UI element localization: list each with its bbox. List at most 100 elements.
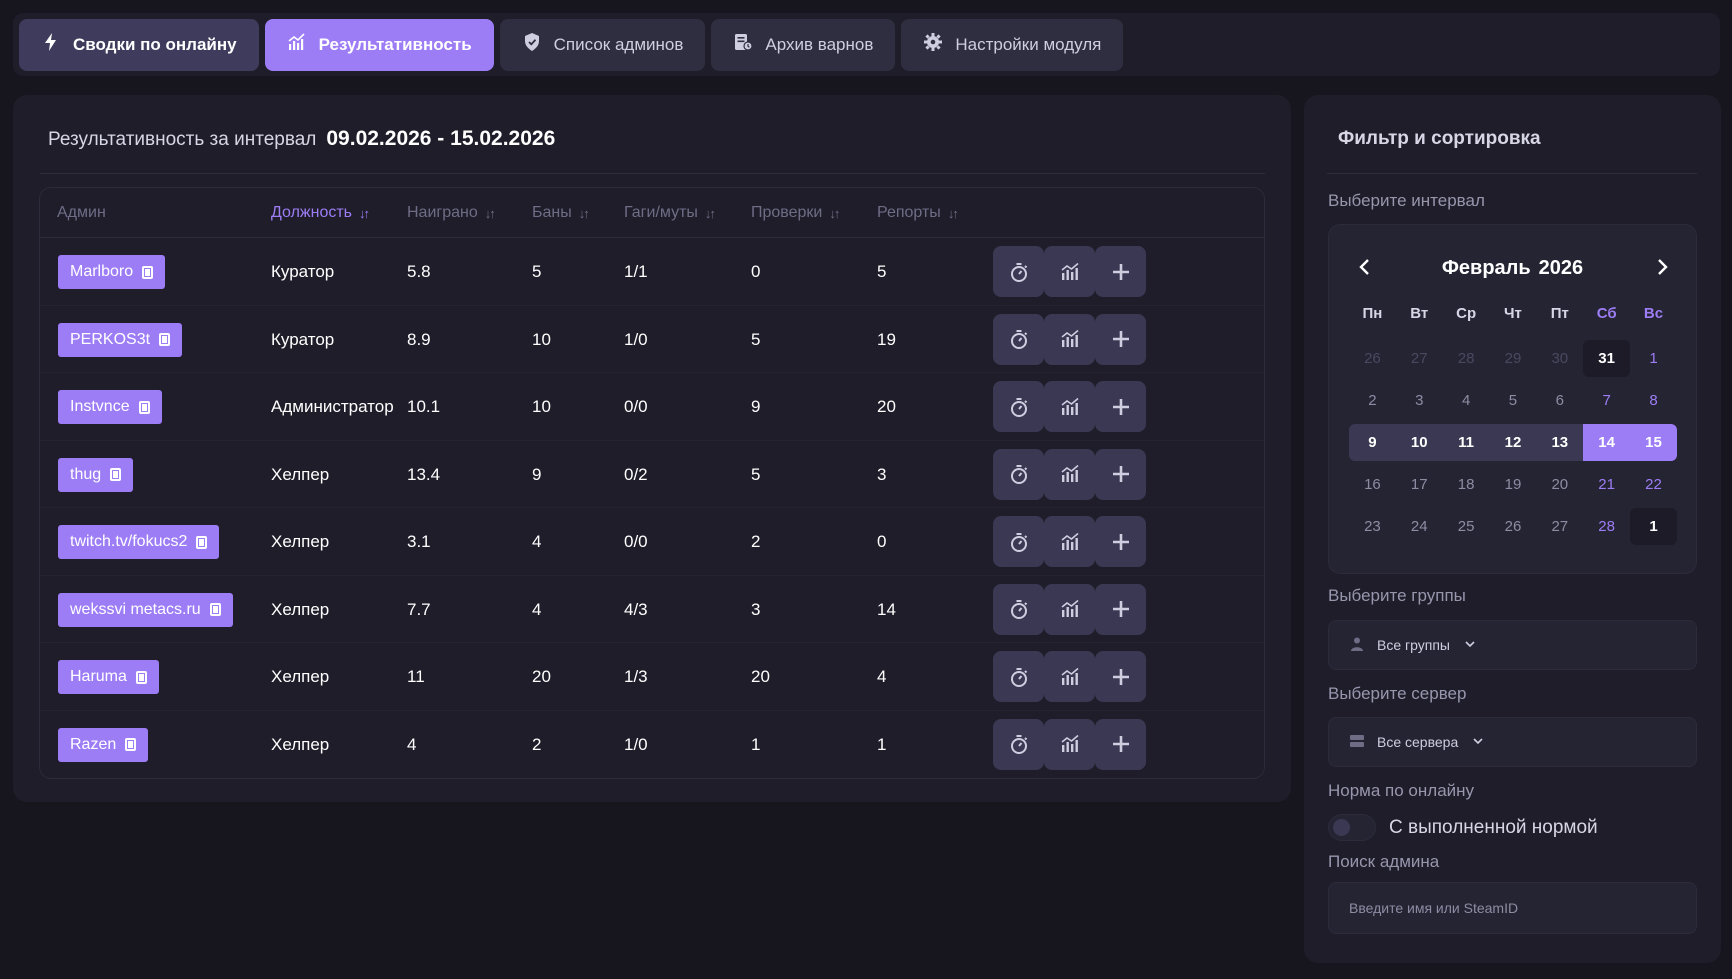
calendar-day[interactable]: 6 [1536, 382, 1583, 419]
calendar-day[interactable]: 16 [1349, 466, 1396, 503]
calendar-day[interactable]: 3 [1396, 382, 1443, 419]
stats-button[interactable] [1044, 516, 1095, 567]
add-button[interactable] [1095, 516, 1146, 567]
calendar-day[interactable]: 5 [1490, 382, 1537, 419]
calendar-day[interactable]: 14 [1583, 424, 1631, 461]
admin-name-button[interactable]: wekssvi metacs.ru [58, 592, 233, 627]
calendar-day[interactable]: 31 [1583, 340, 1631, 377]
calendar-day[interactable]: 22 [1630, 466, 1677, 503]
calendar-day[interactable]: 20 [1536, 466, 1583, 503]
search-label: Поиск админа [1328, 852, 1440, 871]
stopwatch-button[interactable] [993, 583, 1044, 635]
stopwatch-button[interactable] [993, 448, 1044, 500]
stats-button[interactable] [1044, 448, 1095, 500]
calendar-day[interactable]: 2 [1349, 382, 1396, 419]
copy-icon [135, 670, 147, 684]
admin-name-button[interactable]: PERKOS3t [58, 322, 183, 357]
calendar-week: 26 27 28 29 30 31 1 [1349, 340, 1677, 377]
admin-name-button[interactable]: twitch.tv/fokucs2 [58, 525, 220, 559]
admin-name-button[interactable]: Razen [58, 727, 149, 762]
page-title: Результативность за интервал 09.02.2026 … [48, 127, 555, 151]
add-button[interactable] [1095, 651, 1146, 702]
add-button[interactable] [1095, 583, 1146, 635]
calendar-day[interactable]: 28 [1583, 508, 1630, 545]
calendar-day[interactable]: 1 [1630, 508, 1677, 545]
sort-icon: ↓↑ [704, 205, 716, 221]
calendar-day[interactable]: 24 [1396, 508, 1443, 545]
calendar-day[interactable]: 21 [1583, 466, 1630, 503]
add-button[interactable] [1095, 381, 1146, 432]
weekday-label: Вт [1410, 305, 1429, 322]
tab-module-settings[interactable]: Настройки модуля [901, 18, 1124, 71]
cell-checks: 5 [751, 464, 761, 484]
calendar-day[interactable]: 8 [1630, 382, 1677, 419]
server-select[interactable]: Все сервера [1328, 717, 1697, 767]
next-month-icon[interactable] [1650, 255, 1674, 279]
column-reports[interactable]: Репорты ↓↑ [877, 204, 959, 222]
cell-bans: 20 [532, 667, 551, 686]
calendar-day[interactable]: 7 [1583, 382, 1630, 419]
column-role[interactable]: Должность ↓↑ [271, 204, 370, 222]
stats-button[interactable] [1044, 381, 1095, 432]
stopwatch-button[interactable] [993, 718, 1044, 770]
column-gags[interactable]: Гаги/муты ↓↑ [624, 204, 716, 222]
cell-played: 7.7 [407, 599, 431, 619]
calendar-day[interactable]: 11 [1443, 424, 1490, 461]
calendar-day[interactable]: 27 [1536, 508, 1583, 545]
calendar-day[interactable]: 29 [1490, 340, 1537, 377]
calendar-day[interactable]: 15 [1630, 424, 1677, 461]
stats-button[interactable] [1044, 246, 1095, 297]
tab-performance[interactable]: Результативность [264, 18, 494, 71]
calendar-day[interactable]: 13 [1536, 424, 1583, 461]
tab-online-summary[interactable]: Сводки по онлайну [19, 18, 259, 71]
stats-button[interactable] [1044, 718, 1095, 770]
calendar-day[interactable]: 26 [1490, 508, 1537, 545]
calendar-day[interactable]: 1 [1630, 340, 1677, 377]
calendar-day[interactable]: 10 [1396, 424, 1443, 461]
column-admin: Админ [57, 204, 106, 221]
stats-button[interactable] [1044, 583, 1095, 635]
calendar-day[interactable]: 12 [1490, 424, 1537, 461]
column-played[interactable]: Наиграно ↓↑ [407, 204, 496, 222]
admin-name-button[interactable]: Instvnce [58, 390, 162, 424]
column-bans[interactable]: Баны ↓↑ [532, 204, 590, 222]
column-checks[interactable]: Проверки ↓↑ [751, 204, 840, 222]
calendar-day[interactable]: 30 [1536, 340, 1583, 377]
calendar-day[interactable]: 9 [1349, 424, 1396, 461]
cell-checks: 3 [751, 599, 761, 619]
calendar-day[interactable]: 28 [1443, 340, 1490, 377]
stopwatch-button[interactable] [993, 313, 1044, 365]
admin-search-input[interactable] [1328, 882, 1697, 934]
calendar-day[interactable]: 27 [1396, 340, 1443, 377]
calendar-day[interactable]: 26 [1349, 340, 1396, 377]
add-button[interactable] [1095, 313, 1146, 365]
cell-reports: 4 [877, 667, 887, 686]
add-button[interactable] [1095, 718, 1146, 770]
stopwatch-button[interactable] [993, 246, 1044, 297]
norm-toggle[interactable] [1328, 814, 1376, 841]
tab-admin-list[interactable]: Список админов [499, 18, 706, 71]
admin-name-button[interactable]: thug [58, 457, 134, 492]
admin-name-button[interactable]: Marlboro [58, 255, 166, 289]
calendar-day[interactable]: 23 [1349, 508, 1396, 545]
stats-button[interactable] [1044, 651, 1095, 702]
stopwatch-button[interactable] [993, 651, 1044, 702]
stopwatch-button[interactable] [993, 516, 1044, 567]
stopwatch-icon [1010, 735, 1027, 754]
calendar-day[interactable]: 19 [1490, 466, 1537, 503]
stopwatch-button[interactable] [993, 381, 1044, 432]
cell-role: Администратор [271, 397, 394, 416]
add-button[interactable] [1095, 448, 1146, 500]
shield-icon [522, 32, 542, 57]
cell-reports: 14 [877, 599, 896, 619]
calendar-day[interactable]: 25 [1443, 508, 1490, 545]
calendar-day[interactable]: 17 [1396, 466, 1443, 503]
calendar-day[interactable]: 18 [1443, 466, 1490, 503]
cell-played: 5.8 [407, 262, 431, 281]
add-button[interactable] [1095, 246, 1146, 297]
calendar-day[interactable]: 4 [1443, 382, 1490, 419]
tab-warn-archive[interactable]: Архив варнов [711, 18, 896, 71]
stats-button[interactable] [1044, 313, 1095, 365]
groups-select[interactable]: Все группы [1328, 620, 1697, 670]
admin-name-button[interactable]: Haruma [58, 660, 159, 694]
